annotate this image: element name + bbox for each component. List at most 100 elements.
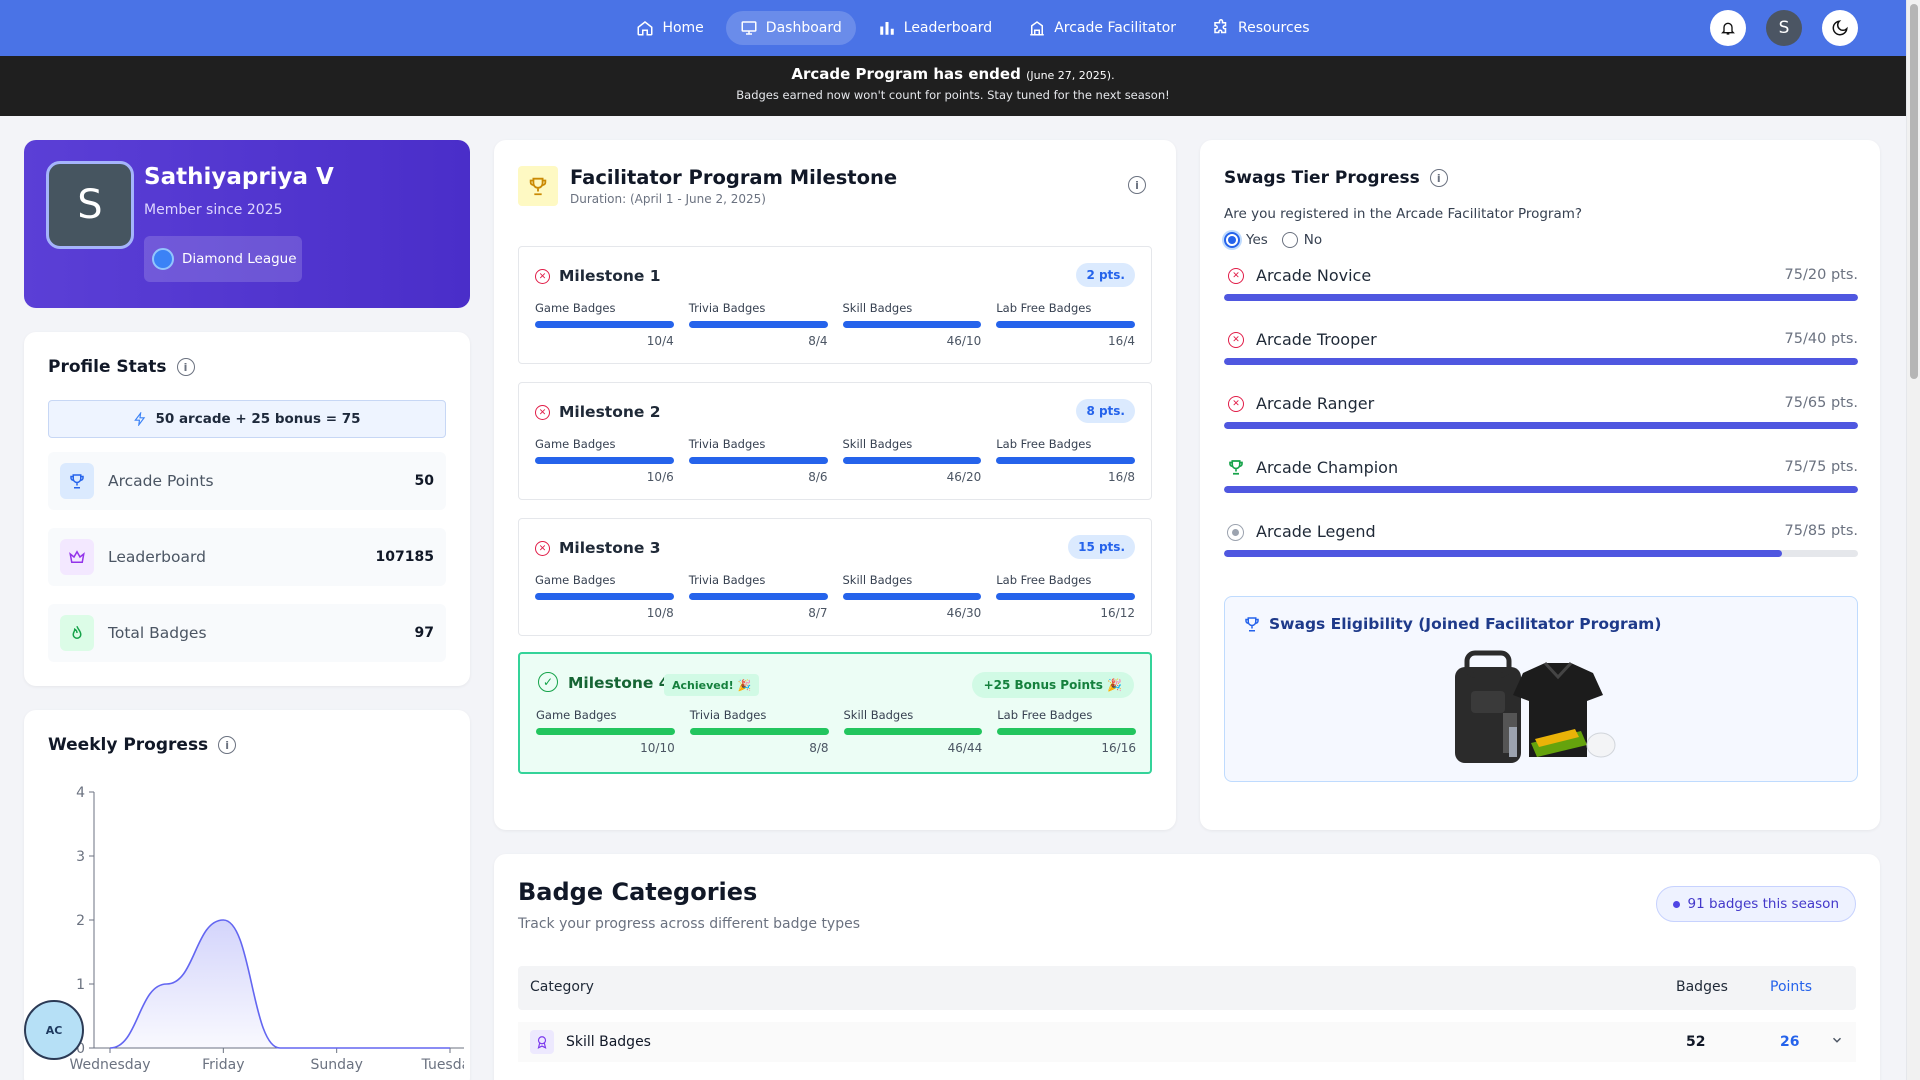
dashboard-icon xyxy=(741,21,757,35)
notifications-button[interactable] xyxy=(1710,10,1746,46)
requirement-skill: Skill Badges 46/10 xyxy=(842,301,982,348)
weekly-progress-title: Weekly Progress xyxy=(48,735,209,755)
league-badge: Diamond League xyxy=(144,236,302,282)
info-icon[interactable]: i xyxy=(1429,169,1448,187)
radio-yes-dot[interactable] xyxy=(1224,232,1240,248)
tier-progress-fill xyxy=(1224,294,1858,301)
tier-arcade-legend: Arcade Legend 75/85 pts. xyxy=(1224,522,1858,572)
nav-actions: S xyxy=(1710,10,1858,46)
radio-no-dot[interactable] xyxy=(1281,232,1298,248)
stat-value: 107185 xyxy=(375,549,434,565)
x-tick-label: Friday xyxy=(202,1057,244,1073)
program-ended-banner: Arcade Program has ended (June 27, 2025)… xyxy=(0,56,1906,116)
tier-arcade-ranger: ✕ Arcade Ranger 75/65 pts. xyxy=(1224,394,1858,444)
requirement-label: Lab Free Badges xyxy=(997,708,1093,722)
requirement-label: Game Badges xyxy=(535,437,616,451)
requirement-value: 10/6 xyxy=(646,470,674,484)
weekly-progress-card: Weekly Progress i 0 1 2 3 4 Wednesday Friday Su… xyxy=(24,710,470,1080)
column-header-points[interactable]: Points xyxy=(1770,979,1812,995)
achieved-badge: Achieved! 🎉 xyxy=(664,674,760,696)
bonus-points-badge: +25 Bonus Points 🎉 xyxy=(971,672,1134,698)
profile-name: Sathiyapriya V xyxy=(144,164,334,190)
nav-home-label: Home xyxy=(662,20,704,36)
badges-this-season-pill: 91 badges this season xyxy=(1655,886,1856,922)
requirement-bar xyxy=(689,728,829,735)
radio-no[interactable]: No xyxy=(1281,232,1323,248)
badge-categories-card: Badge Categories Track your progress acr… xyxy=(494,854,1880,1080)
tier-points: 75/65 pts. xyxy=(1784,395,1858,411)
building-icon xyxy=(1030,21,1044,36)
user-avatar-button[interactable]: S xyxy=(1766,10,1802,46)
requirement-label: Trivia Badges xyxy=(688,573,766,587)
stat-row-total-badges: Total Badges 97 xyxy=(48,604,446,662)
nav-arcade-facilitator[interactable]: Arcade Facilitator xyxy=(1014,11,1190,45)
requirement-bar xyxy=(688,321,828,328)
requirement-game: Game Badges 10/10 xyxy=(536,708,675,755)
nav-resources[interactable]: Resources xyxy=(1198,11,1324,45)
requirement-value: 16/16 xyxy=(1101,741,1136,755)
requirement-game: Game Badges 10/8 xyxy=(535,573,674,620)
page-scrollbar[interactable] xyxy=(1906,0,1920,1080)
table-row[interactable]: Skill Badges 52 26 xyxy=(518,1022,1856,1062)
milestone-name: Milestone 4 xyxy=(568,674,670,692)
info-icon[interactable]: i xyxy=(176,358,195,376)
tier-arcade-novice: ✕ Arcade Novice 75/20 pts. xyxy=(1224,266,1858,316)
arcade-assistant-button[interactable]: AC xyxy=(24,1000,84,1060)
theme-toggle-button[interactable] xyxy=(1822,10,1858,46)
column-header-badges[interactable]: Badges xyxy=(1676,979,1728,995)
milestone-requirements: Game Badges 10/6 Trivia Badges 8/6 Skill B… xyxy=(535,437,1135,484)
requirement-value: 10/4 xyxy=(646,334,674,348)
tier-points: 75/85 pts. xyxy=(1784,523,1858,539)
milestone-card-title: Facilitator Program Milestone xyxy=(570,166,898,189)
radio-no-label: No xyxy=(1303,232,1323,248)
requirement-label: Game Badges xyxy=(536,708,617,722)
dot-icon xyxy=(1672,900,1680,908)
x-tick-label: Sunday xyxy=(310,1057,362,1073)
x-tick-label: Tuesday xyxy=(421,1057,464,1073)
requirement-label: Skill Badges xyxy=(842,573,913,587)
chevron-down-icon[interactable] xyxy=(1830,1032,1844,1051)
tier-progress-track xyxy=(1224,550,1858,557)
requirement-bar xyxy=(535,321,674,328)
requirement-bar xyxy=(842,593,982,600)
stat-value: 97 xyxy=(414,625,434,641)
requirement-label: Game Badges xyxy=(535,301,616,315)
x-circle-icon: ✕ xyxy=(1228,332,1244,348)
requirement-label: Skill Badges xyxy=(842,301,913,315)
pending-circle-icon xyxy=(1227,524,1244,541)
requirement-skill: Skill Badges 46/30 xyxy=(842,573,982,620)
nav-dashboard-label: Dashboard xyxy=(765,20,842,36)
requirement-bar xyxy=(996,593,1135,600)
requirement-label: Lab Free Badges xyxy=(996,301,1092,315)
badge-categories-title: Badge Categories xyxy=(518,878,758,906)
tier-name: Arcade Novice xyxy=(1256,266,1372,285)
info-icon[interactable]: i xyxy=(218,736,237,754)
milestone-name: Milestone 1 xyxy=(559,267,661,285)
user-avatar-initial: S xyxy=(1778,18,1790,38)
info-icon[interactable]: i xyxy=(1128,176,1146,194)
scrollbar-thumb[interactable] xyxy=(1910,4,1918,379)
requirement-bar xyxy=(688,593,828,600)
milestone-requirements: Game Badges 10/4 Trivia Badges 8/4 Skill B… xyxy=(535,301,1135,348)
weekly-area-fill xyxy=(110,920,450,1048)
requirement-value: 46/20 xyxy=(946,470,982,484)
requirement-lab-free: Lab Free Badges 16/4 xyxy=(996,301,1135,348)
requirement-label: Lab Free Badges xyxy=(996,437,1092,451)
nav-leaderboard[interactable]: Leaderboard xyxy=(864,11,1006,45)
requirement-value: 16/4 xyxy=(1108,334,1135,348)
row-points: 26 xyxy=(1780,1034,1800,1050)
radio-yes[interactable]: Yes xyxy=(1224,232,1268,248)
profile-stats-heading: Profile Stats i xyxy=(48,357,195,377)
lightning-icon xyxy=(134,412,146,426)
x-circle-icon: ✕ xyxy=(535,269,550,284)
nav-home[interactable]: Home xyxy=(622,11,717,45)
requirement-label: Lab Free Badges xyxy=(996,573,1092,587)
requirement-label: Skill Badges xyxy=(843,708,914,722)
requirement-skill: Skill Badges 46/20 xyxy=(842,437,982,484)
tier-progress-fill xyxy=(1224,550,1782,557)
nav-dashboard[interactable]: Dashboard xyxy=(725,11,856,45)
moon-icon xyxy=(1832,20,1848,36)
flame-icon xyxy=(60,615,94,651)
tier-name: Arcade Champion xyxy=(1256,458,1399,477)
tier-arcade-champion: Arcade Champion 75/75 pts. xyxy=(1224,458,1858,508)
